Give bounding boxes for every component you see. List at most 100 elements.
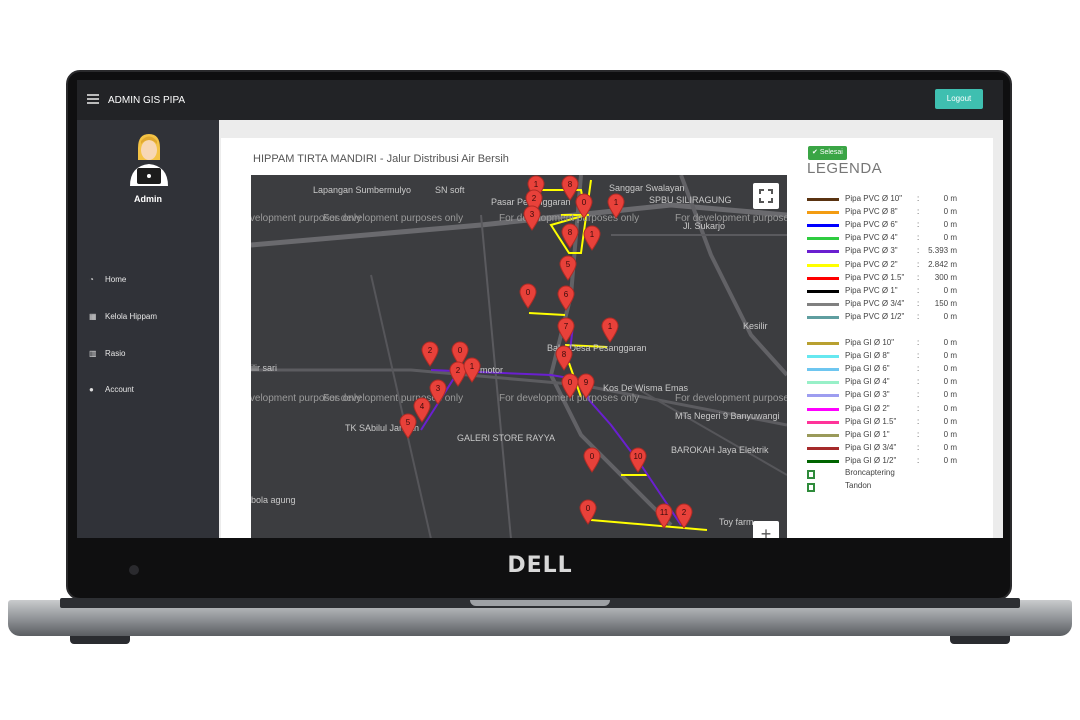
map-place-label: Toy farm xyxy=(719,517,754,527)
legend-value: 300 m xyxy=(934,272,957,282)
legend-swatch xyxy=(807,237,839,241)
legend-colon: : xyxy=(917,298,920,308)
legend-colon: : xyxy=(917,233,920,243)
legend-swatch xyxy=(807,315,839,319)
legend-swatch xyxy=(807,355,839,359)
legend-value: 0 m xyxy=(943,455,957,465)
map-marker-pin[interactable]: 0 xyxy=(519,283,537,309)
legend-value: 0 m xyxy=(943,220,957,230)
legend-value: 2.842 m xyxy=(928,259,957,269)
legend-swatch xyxy=(807,276,839,280)
legend-name: Pipa PVC Ø 3/4" xyxy=(845,298,905,308)
logout-button[interactable]: Logout xyxy=(935,89,983,109)
marker-label: 1 xyxy=(534,180,539,189)
legend-name: Pipa GI Ø 4" xyxy=(845,377,890,387)
sidebar-item-account[interactable]: ● Account xyxy=(89,385,134,394)
marker-label: 0 xyxy=(568,378,573,387)
dev-watermark: For development purposes only xyxy=(323,213,464,224)
map-marker-pin[interactable]: 1 xyxy=(607,193,625,219)
legend-colon: : xyxy=(917,194,920,203)
legend-swatch xyxy=(807,289,839,293)
marker-label: 5 xyxy=(566,260,571,269)
legend-name: Pipa PVC Ø 4" xyxy=(845,233,898,243)
legend-row: Pipa GI Ø 1.5": 0 m xyxy=(807,417,987,430)
marker-label: 6 xyxy=(564,290,569,299)
marker-label: 5 xyxy=(406,418,411,427)
legend-name: Pipa PVC Ø 1" xyxy=(845,285,898,295)
map-marker-pin[interactable]: 0 xyxy=(579,499,597,525)
legend-swatch xyxy=(807,420,839,424)
legend-name: Pipa GI Ø 1.5" xyxy=(845,416,897,426)
legend-name: Pipa GI Ø 3/4" xyxy=(845,442,897,452)
legend-colon: : xyxy=(917,220,920,230)
laptop-foot-right xyxy=(950,636,1010,644)
avatar xyxy=(130,134,168,186)
map-view[interactable]: Lapangan Sumbermulyo SN soft Pasar Pesangg… xyxy=(251,175,787,538)
marker-label: 3 xyxy=(530,210,535,219)
sidebar-item-home[interactable]: ◔ Home xyxy=(89,275,126,284)
marker-label: 0 xyxy=(590,452,595,461)
map-marker-pin[interactable]: 3 xyxy=(429,379,447,405)
legend-value: 0 m xyxy=(943,416,957,426)
marker-label: 11 xyxy=(660,508,669,517)
fullscreen-button[interactable] xyxy=(753,183,779,209)
legend-row: Pipa PVC Ø 6": 0 m xyxy=(807,220,987,233)
marker-label: 10 xyxy=(634,452,643,461)
map-marker-pin[interactable]: 5 xyxy=(399,413,417,439)
laptop-brand-logo: DELL xyxy=(507,553,573,578)
map-marker-pin[interactable]: 11 xyxy=(655,503,673,529)
legend-row: Pipa GI Ø 3": 0 m xyxy=(807,390,987,403)
map-marker-pin[interactable]: 0 xyxy=(575,193,593,219)
legend-value: 0 m xyxy=(943,285,957,295)
fullscreen-icon xyxy=(759,189,773,203)
map-marker-pin[interactable]: 6 xyxy=(557,285,575,311)
map-marker-pin[interactable]: 2 xyxy=(675,503,693,529)
legend-value: 0 m xyxy=(943,403,957,413)
legend-colon: : xyxy=(917,390,920,400)
legend-row: Pipa PVC Ø 3/4": 150 m xyxy=(807,299,987,312)
legend-row: Pipa GI Ø 1/2": 0 m xyxy=(807,456,987,469)
map-marker-pin[interactable]: 5 xyxy=(559,255,577,281)
map-marker-pin[interactable]: 1 xyxy=(601,317,619,343)
map-place-label: bola agung xyxy=(251,495,296,505)
legend-swatch xyxy=(807,342,839,345)
top-navbar: ADMIN GIS PIPA Logout xyxy=(77,80,1003,120)
legend-row: Pipa PVC Ø 4": 0 m xyxy=(807,233,987,246)
hamburger-menu-icon[interactable] xyxy=(87,94,99,104)
legend-swatch xyxy=(807,394,839,398)
legend-swatch xyxy=(807,250,839,254)
map-marker-pin[interactable]: 1 xyxy=(463,357,481,383)
grid-icon: ▦ xyxy=(89,312,97,321)
map-marker-pin[interactable]: 10 xyxy=(629,447,647,473)
legend-colon: : xyxy=(917,403,920,413)
map-marker-pin[interactable]: 3 xyxy=(523,205,541,231)
zoom-in-button[interactable]: + xyxy=(753,521,779,538)
map-marker-pin[interactable]: 2 xyxy=(421,341,439,367)
legend-value: 0 m xyxy=(943,390,957,400)
user-icon: ● xyxy=(89,385,94,394)
map-marker-pin[interactable]: 8 xyxy=(555,345,573,371)
map-marker-pin[interactable]: 0 xyxy=(583,447,601,473)
sidebar-item-kelola-hippam[interactable]: ▦ Kelola Hippam xyxy=(89,312,157,321)
legend-value: 0 m xyxy=(943,364,957,374)
map-marker-pin[interactable]: 8 xyxy=(561,223,579,249)
legend-row: Pipa PVC Ø 1/2": 0 m xyxy=(807,312,987,325)
map-marker-pin[interactable]: 1 xyxy=(583,225,601,251)
map-marker-pin[interactable]: 7 xyxy=(557,317,575,343)
legend-row: Pipa GI Ø 10": 0 m xyxy=(807,338,987,351)
legend-swatch xyxy=(807,446,839,450)
legend-name: Pipa GI Ø 1" xyxy=(845,429,890,439)
legend-value: 0 m xyxy=(943,233,957,243)
webcam-icon xyxy=(129,565,139,575)
legend-panel: LEGENDA Pipa PVC Ø 10":0 m Pipa PVC Ø 8":… xyxy=(807,160,987,492)
sidebar-item-rasio[interactable]: ▥ Rasio xyxy=(89,349,125,358)
legend-name: Pipa PVC Ø 6" xyxy=(845,220,898,230)
legend-colon: : xyxy=(917,338,920,347)
legend-name: Pipa GI Ø 3" xyxy=(845,390,890,400)
marker-label: 2 xyxy=(428,346,433,355)
legend-swatch xyxy=(807,381,839,385)
page-title: HIPPAM TIRTA MANDIRI - Jalur Distribusi … xyxy=(253,153,509,165)
map-place-label: MTs Negeri 9 Banyuwangi xyxy=(675,411,780,421)
map-marker-pin[interactable]: 9 xyxy=(577,373,595,399)
legend-value: 0 m xyxy=(943,311,957,321)
